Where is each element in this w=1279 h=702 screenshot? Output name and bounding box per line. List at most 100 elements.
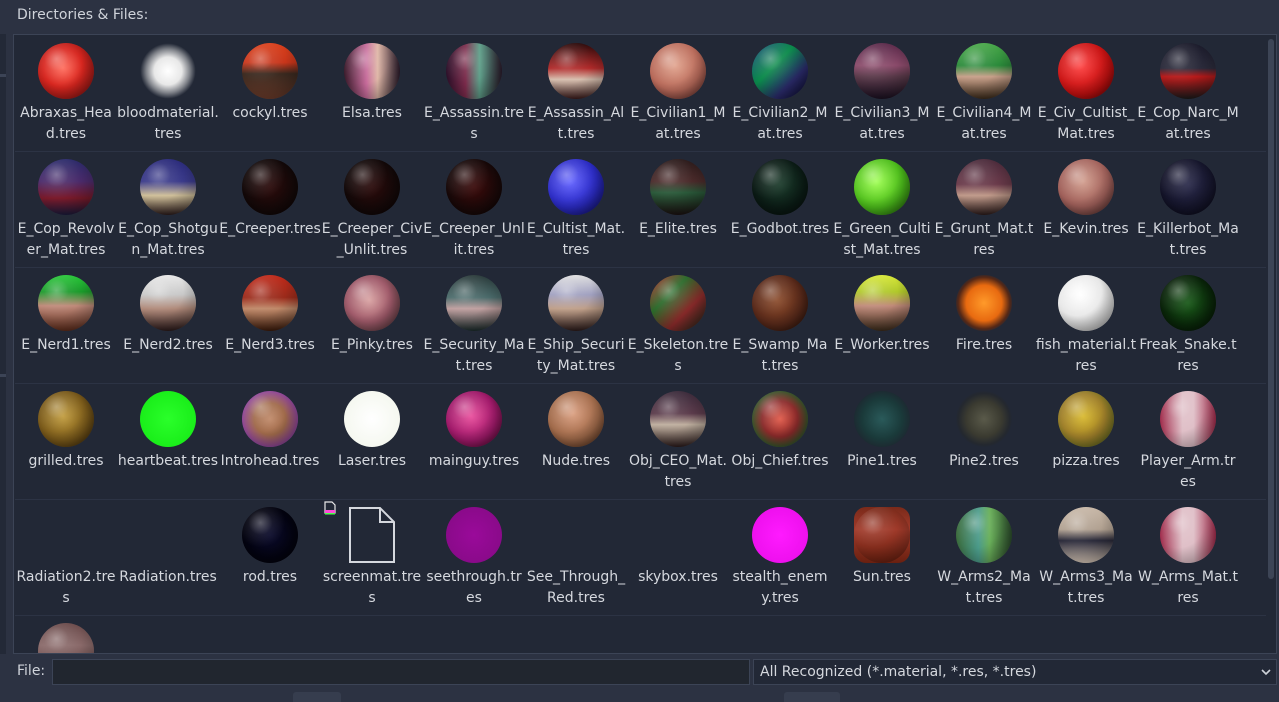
- material-preview-icon: [1160, 275, 1216, 331]
- file-item[interactable]: E_Assassin_Alt.tres: [525, 35, 627, 147]
- file-item[interactable]: E_Grunt_Mat.tres: [933, 151, 1035, 263]
- directories-files-label: Directories & Files:: [17, 7, 149, 23]
- file-item[interactable]: mainguy.tres: [423, 383, 525, 495]
- file-item[interactable]: screenmat.tres: [321, 499, 423, 611]
- sphere-preview-icon: [242, 275, 298, 331]
- file-name-label: Pine2.tres: [949, 453, 1019, 469]
- file-item[interactable]: E_Civilian1_Mat.tres: [627, 35, 729, 147]
- file-name-label: See_Through_Red.tres: [526, 569, 626, 606]
- file-item[interactable]: Abraxas_Head.tres: [15, 35, 117, 147]
- material-preview-icon: [650, 159, 706, 215]
- file-item[interactable]: pizza.tres: [1035, 383, 1137, 495]
- cancel-button[interactable]: [293, 692, 341, 702]
- file-item[interactable]: E_Nerd3.tres: [219, 267, 321, 379]
- file-item[interactable]: E_Skeleton.tres: [627, 267, 729, 379]
- file-item[interactable]: seethrough.tres: [423, 499, 525, 611]
- file-name-input[interactable]: [52, 659, 750, 685]
- file-name-label: heartbeat.tres: [117, 453, 219, 469]
- material-preview-icon: [752, 391, 808, 447]
- file-item[interactable]: stealth_enemy.tres: [729, 499, 831, 611]
- file-item[interactable]: Player_Arm.tres: [1137, 383, 1239, 495]
- sphere-preview-icon: [1058, 43, 1114, 99]
- file-item[interactable]: E_Elite.tres: [627, 151, 729, 263]
- material-preview-icon: [956, 159, 1012, 215]
- file-item[interactable]: E_Cop_Narc_Mat.tres: [1137, 35, 1239, 147]
- sphere-preview-icon: [140, 43, 196, 99]
- file-item[interactable]: E_Security_Mat.tres: [423, 267, 525, 379]
- file-item[interactable]: E_Creeper_Civ_Unlit.tres: [321, 151, 423, 263]
- file-name-label: Obj_CEO_Mat.tres: [628, 453, 728, 490]
- file-item[interactable]: W_Arms_Mat.tres: [1137, 499, 1239, 611]
- file-item[interactable]: E_Creeper.tres: [219, 151, 321, 263]
- filter-dropdown[interactable]: All Recognized (*.material, *.res, *.tre…: [753, 659, 1277, 685]
- file-item[interactable]: E_Kevin.tres: [1035, 151, 1137, 263]
- file-item[interactable]: Freak_Snake.tres: [1137, 267, 1239, 379]
- material-preview-icon: [344, 159, 400, 215]
- file-item[interactable]: W_Arms2_Mat.tres: [933, 499, 1035, 611]
- file-item[interactable]: E_Cop_Shotgun_Mat.tres: [117, 151, 219, 263]
- file-name-label: E_Worker.tres: [834, 337, 930, 353]
- file-item[interactable]: E_Godbot.tres: [729, 151, 831, 263]
- material-preview-icon: [1058, 43, 1114, 99]
- file-name-label: E_Assassin_Alt.tres: [527, 105, 625, 142]
- sphere-preview-icon: [38, 391, 94, 447]
- file-name-label: E_Cop_Shotgun_Mat.tres: [118, 221, 218, 258]
- file-item[interactable]: E_Nerd1.tres: [15, 267, 117, 379]
- file-item[interactable]: See_Through_Red.tres: [525, 499, 627, 611]
- sphere-preview-icon: [854, 275, 910, 331]
- file-item[interactable]: E_Ship_Security_Mat.tres: [525, 267, 627, 379]
- material-preview-icon: [1160, 391, 1216, 447]
- file-item[interactable]: E_Creeper_Unlit.tres: [423, 151, 525, 263]
- file-item[interactable]: rod.tres: [219, 499, 321, 611]
- file-item[interactable]: E_Civilian3_Mat.tres: [831, 35, 933, 147]
- file-item[interactable]: Laser.tres: [321, 383, 423, 495]
- file-item[interactable]: Elsa.tres: [321, 35, 423, 147]
- file-item[interactable]: bloodmaterial.tres: [117, 35, 219, 147]
- file-item[interactable]: E_Pinky.tres: [321, 267, 423, 379]
- file-item[interactable]: E_Killerbot_Mat.tres: [1137, 151, 1239, 263]
- dock-notch: [0, 374, 6, 377]
- material-preview-icon: [752, 43, 808, 99]
- sphere-preview-icon: [1058, 391, 1114, 447]
- file-item[interactable]: E_Civilian4_Mat.tres: [933, 35, 1035, 147]
- file-item[interactable]: E_Assassin.tres: [423, 35, 525, 147]
- file-item[interactable]: Nude.tres: [525, 383, 627, 495]
- file-item[interactable]: Obj_CEO_Mat.tres: [627, 383, 729, 495]
- sphere-preview-icon: [344, 391, 400, 447]
- file-item[interactable]: Obj_Chief.tres: [729, 383, 831, 495]
- file-name-label: E_Ship_Security_Mat.tres: [527, 337, 625, 374]
- file-name-label: Fire.tres: [955, 337, 1013, 353]
- sphere-preview-icon: [140, 159, 196, 215]
- file-item[interactable]: Radiation.tres: [117, 499, 219, 611]
- file-item[interactable]: [15, 615, 117, 653]
- file-item[interactable]: E_Swamp_Mat.tres: [729, 267, 831, 379]
- file-item[interactable]: Introhead.tres: [219, 383, 321, 495]
- file-item[interactable]: E_Nerd2.tres: [117, 267, 219, 379]
- file-item[interactable]: E_Cop_Revolver_Mat.tres: [15, 151, 117, 263]
- file-item[interactable]: Radiation2.tres: [15, 499, 117, 611]
- file-item[interactable]: E_Green_Cultist_Mat.tres: [831, 151, 933, 263]
- sphere-preview-icon: [1058, 275, 1114, 331]
- sphere-preview-icon: [650, 43, 706, 99]
- file-item[interactable]: Pine1.tres: [831, 383, 933, 495]
- material-preview-icon: [1058, 275, 1114, 331]
- file-item[interactable]: heartbeat.tres: [117, 383, 219, 495]
- file-item[interactable]: Pine2.tres: [933, 383, 1035, 495]
- file-item[interactable]: E_Worker.tres: [831, 267, 933, 379]
- file-item[interactable]: E_Cultist_Mat.tres: [525, 151, 627, 263]
- file-item[interactable]: E_Civilian2_Mat.tres: [729, 35, 831, 147]
- vertical-scrollbar[interactable]: [1268, 39, 1274, 579]
- sphere-preview-icon: [242, 159, 298, 215]
- material-preview-icon: [956, 391, 1012, 447]
- file-item[interactable]: Sun.tres: [831, 499, 933, 611]
- file-item[interactable]: Fire.tres: [933, 267, 1035, 379]
- file-grid[interactable]: Abraxas_Head.tres bloodmaterial.tres cocky…: [13, 34, 1277, 654]
- open-button[interactable]: [784, 692, 840, 702]
- file-item[interactable]: skybox.tres: [627, 499, 729, 611]
- file-item[interactable]: grilled.tres: [15, 383, 117, 495]
- file-item[interactable]: cockyl.tres: [219, 35, 321, 147]
- file-item[interactable]: E_Civ_Cultist_Mat.tres: [1035, 35, 1137, 147]
- material-preview-icon: [344, 43, 400, 99]
- file-item[interactable]: fish_material.tres: [1035, 267, 1137, 379]
- file-item[interactable]: W_Arms3_Mat.tres: [1035, 499, 1137, 611]
